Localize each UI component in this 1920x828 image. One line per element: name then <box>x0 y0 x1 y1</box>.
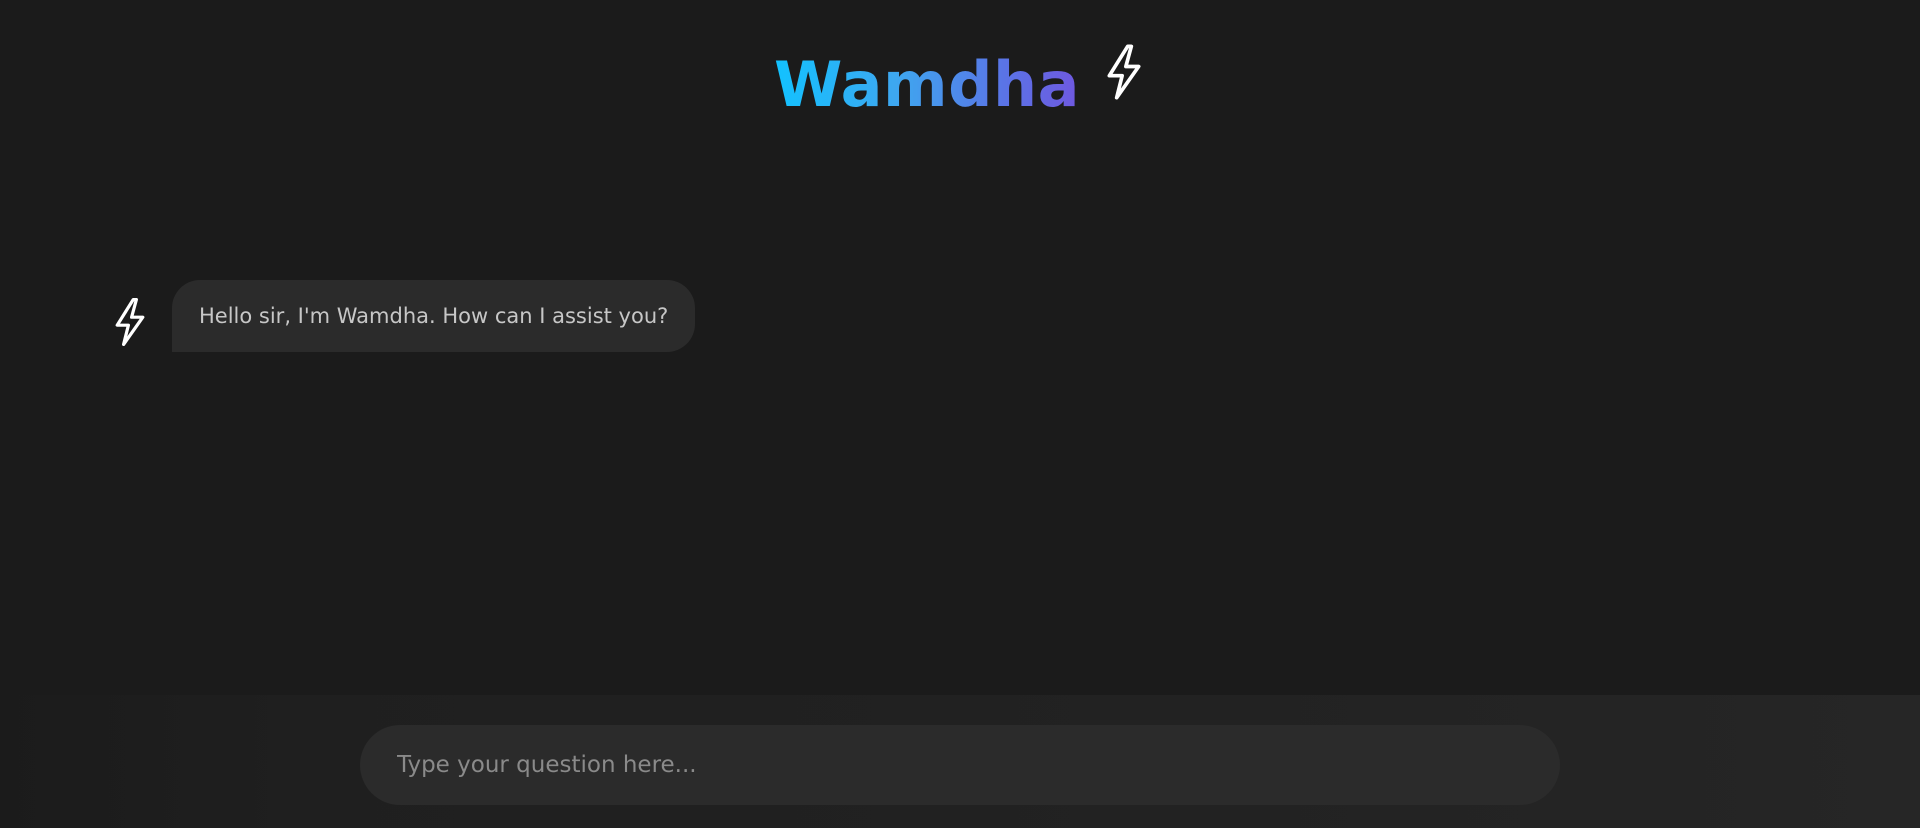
lightning-bolt-icon <box>1107 44 1141 100</box>
app-header: Wamdha <box>0 40 1920 130</box>
message-list: Hello sir, I'm Wamdha. How can I assist … <box>110 280 696 352</box>
lightning-bolt-icon <box>115 298 145 346</box>
question-input[interactable] <box>360 725 1560 805</box>
chat-app: Wamdha Hello sir, I'm Wamdha. How can I … <box>0 0 1920 828</box>
message-bubble: Hello sir, I'm Wamdha. How can I assist … <box>172 280 696 352</box>
question-input-container[interactable] <box>360 725 1560 805</box>
brand: Wamdha <box>774 40 1146 130</box>
app-title: Wamdha <box>774 40 1080 130</box>
composer-bar <box>0 695 1920 828</box>
bot-message: Hello sir, I'm Wamdha. How can I assist … <box>110 280 696 352</box>
